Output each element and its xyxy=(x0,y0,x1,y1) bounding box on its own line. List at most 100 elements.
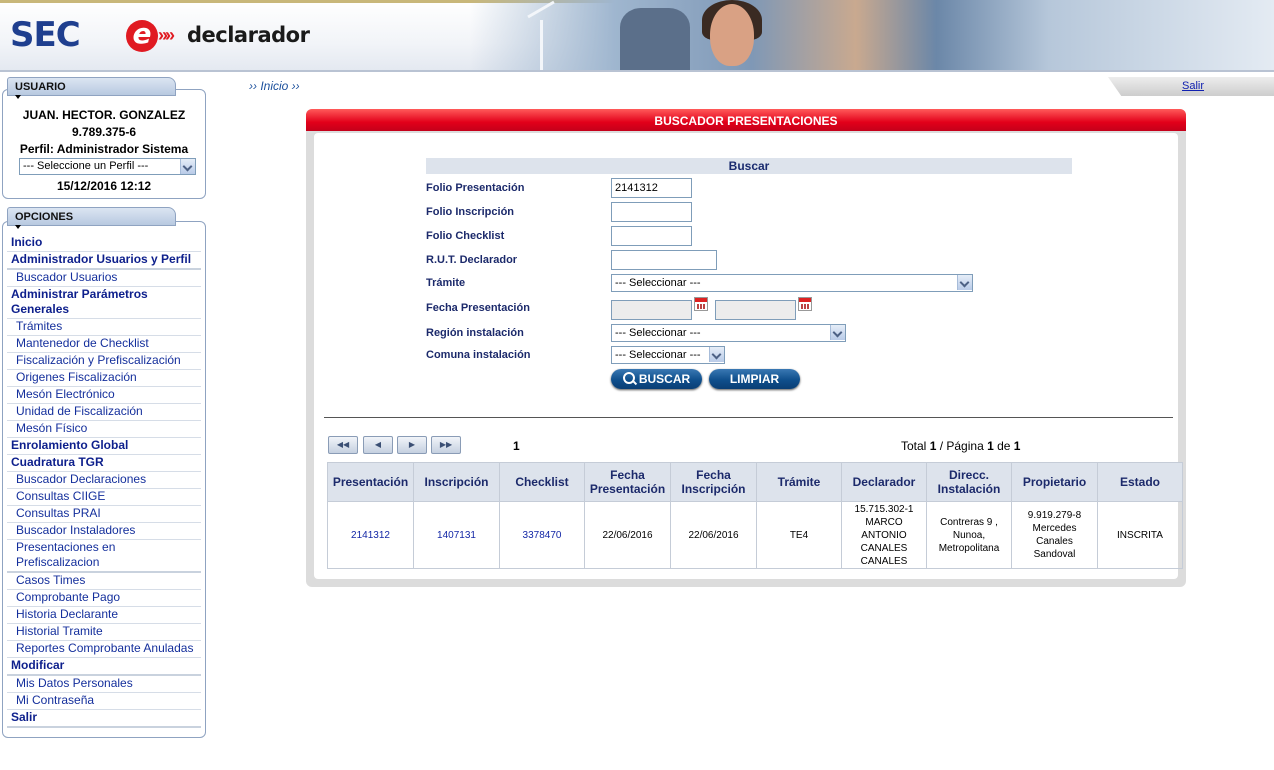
de-label: de xyxy=(993,439,1014,453)
calendar-icon[interactable] xyxy=(694,297,708,311)
column-header: Fecha Inscripción xyxy=(670,462,757,502)
girl-face-graphic xyxy=(710,4,754,66)
column-header: Estado xyxy=(1097,462,1183,502)
menu-item-meson-fisico[interactable]: Mesón Físico xyxy=(7,421,201,438)
user-name: JUAN. HECTOR. GONZALEZ xyxy=(22,108,186,122)
menu-item-inicio[interactable]: Inicio xyxy=(7,235,201,252)
menu-item-reportes-comprobante-anuladas[interactable]: Reportes Comprobante Anuladas xyxy=(7,641,201,658)
last-page-icon: ▶▶ xyxy=(439,440,453,449)
menu-item-cuadratura-tgr[interactable]: Cuadratura TGR xyxy=(7,455,201,472)
menu-item-buscador-usuarios[interactable]: Buscador Usuarios xyxy=(7,270,201,287)
menu-item-historial-tramite[interactable]: Historial Tramite xyxy=(7,624,201,641)
menu-item-tramites[interactable]: Trámites xyxy=(7,319,201,336)
folio-link[interactable]: 1407131 xyxy=(437,530,476,541)
folio-presentacion-label: Folio Presentación xyxy=(426,182,525,194)
menu-item-salir[interactable]: Salir xyxy=(7,710,201,728)
section-divider xyxy=(324,417,1173,418)
options-menu: Inicio Administrador Usuarios y Perfil Bus… xyxy=(7,235,201,728)
table-cell: 22/06/2016 xyxy=(584,501,671,569)
column-header: Trámite xyxy=(756,462,842,502)
next-page-icon: ▶ xyxy=(408,440,416,449)
table-cell: 3378470 xyxy=(499,501,585,569)
menu-item-consultas-ciige[interactable]: Consultas CIIGE xyxy=(7,489,201,506)
tramite-select[interactable]: --- Seleccionar --- xyxy=(611,274,973,292)
menu-item-meson-electronico[interactable]: Mesón Electrónico xyxy=(7,387,201,404)
header-banner-image xyxy=(470,0,1274,72)
chevron-down-icon[interactable] xyxy=(709,347,724,362)
search-icon xyxy=(622,372,635,384)
menu-item-comprobante-pago[interactable]: Comprobante Pago xyxy=(7,590,201,607)
menu-item-buscador-declaraciones[interactable]: Buscador Declaraciones xyxy=(7,472,201,489)
prev-page-button[interactable]: ◀ xyxy=(363,436,393,454)
folio-presentacion-input[interactable]: 2141312 xyxy=(611,178,692,198)
folio-link[interactable]: 2141312 xyxy=(351,530,390,541)
table-cell: 2141312 xyxy=(327,501,414,569)
pages-count: 1 xyxy=(1013,439,1021,453)
calendar-icon[interactable] xyxy=(798,297,812,311)
menu-item-historia-declarante[interactable]: Historia Declarante xyxy=(7,607,201,624)
comuna-select-value: --- Seleccionar --- xyxy=(615,349,701,361)
table-cell: 15.715.302-1 MARCO ANTONIO CANALES CANAL… xyxy=(841,501,927,569)
buscar-button-label: BUSCAR xyxy=(638,372,691,386)
menu-item-buscador-instaladores[interactable]: Buscador Instaladores xyxy=(7,523,201,540)
folio-checklist-input[interactable] xyxy=(611,226,692,246)
fecha-hasta-input[interactable] xyxy=(715,300,796,320)
region-select[interactable]: --- Seleccionar --- xyxy=(611,324,846,342)
table-cell: TE4 xyxy=(756,501,842,569)
table-cell: INSCRITA xyxy=(1097,501,1183,569)
fecha-presentacion-label: Fecha Presentación xyxy=(426,302,530,314)
table-cell: Contreras 9 , Nunoa, Metropolitana xyxy=(926,501,1012,569)
chevron-down-icon[interactable] xyxy=(830,325,845,340)
chevron-down-icon[interactable] xyxy=(180,159,195,174)
tramite-label: Trámite xyxy=(426,277,466,289)
menu-item-administrar-parametros-generales[interactable]: Administrar Parámetros Generales xyxy=(7,287,201,319)
menu-item-enrolamiento-global[interactable]: Enrolamiento Global xyxy=(7,438,201,455)
menu-item-modificar[interactable]: Modificar xyxy=(7,658,201,676)
chevron-down-icon[interactable] xyxy=(957,275,972,290)
wind-turbine-graphic xyxy=(540,20,543,72)
menu-item-administrador-usuarios-y-perfil[interactable]: Administrador Usuarios y Perfil xyxy=(7,252,201,270)
pagination-summary: Total 1 / Página 1 de 1 xyxy=(901,439,1020,453)
menu-item-casos-times[interactable]: Casos Times xyxy=(7,573,201,590)
menu-item-presentaciones-en-prefiscalizacion[interactable]: Presentaciones en Prefiscalizacion xyxy=(7,540,201,573)
menu-item-consultas-prai[interactable]: Consultas PRAI xyxy=(7,506,201,523)
prev-page-icon: ◀ xyxy=(374,440,382,449)
last-page-button[interactable]: ▶▶ xyxy=(431,436,461,454)
first-page-icon: ◀◀ xyxy=(336,440,350,449)
menu-item-mis-datos-personales[interactable]: Mis Datos Personales xyxy=(7,676,201,693)
header: SEC e »» declarador xyxy=(0,0,1274,72)
menu-item-fiscalizacion-y-prefiscalizacion[interactable]: Fiscalización y Prefiscalización xyxy=(7,353,201,370)
opciones-tab: OPCIONES xyxy=(7,207,176,229)
menu-item-unidad-de-fiscalizacion[interactable]: Unidad de Fiscalización xyxy=(7,404,201,421)
first-page-button[interactable]: ◀◀ xyxy=(328,436,358,454)
menu-item-origenes-fiscalizacion[interactable]: Origenes Fiscalización xyxy=(7,370,201,387)
fecha-desde-input[interactable] xyxy=(611,300,692,320)
next-page-button[interactable]: ▶ xyxy=(397,436,427,454)
caret-down-icon xyxy=(15,225,21,229)
rut-declarador-input[interactable] xyxy=(611,250,717,270)
folio-link[interactable]: 3378470 xyxy=(523,530,562,541)
results-body: 2141312 1407131 3378470 22/06/2016 22/06/201… xyxy=(327,501,1183,569)
table-cell: 22/06/2016 xyxy=(670,501,757,569)
results-header-row: Presentación Inscripción Checklist Fecha Pr… xyxy=(327,462,1183,502)
salir-link[interactable]: Salir xyxy=(1182,80,1204,92)
usuario-tab-label: USUARIO xyxy=(15,81,66,93)
breadcrumb[interactable]: ›› Inicio ›› xyxy=(249,79,300,93)
menu-item-mantenedor-de-checklist[interactable]: Mantenedor de Checklist xyxy=(7,336,201,353)
comuna-select[interactable]: --- Seleccionar --- xyxy=(611,346,725,364)
person-graphic xyxy=(620,8,690,72)
current-page-number[interactable]: 1 xyxy=(513,439,520,453)
rut-declarador-label: R.U.T. Declarador xyxy=(426,254,518,266)
user-perfil: Perfil: Administrador Sistema xyxy=(19,142,189,156)
folio-inscripcion-label: Folio Inscripción xyxy=(426,206,515,218)
region-select-value: --- Seleccionar --- xyxy=(615,327,701,339)
folio-inscripcion-input[interactable] xyxy=(611,202,692,222)
buscar-button[interactable]: BUSCAR xyxy=(611,369,702,389)
perfil-select[interactable]: --- Seleccione un Perfil --- xyxy=(19,158,196,175)
menu-item-mi-contrasena[interactable]: Mi Contraseña xyxy=(7,693,201,710)
caret-down-icon xyxy=(15,95,21,99)
logo-arrows: »» xyxy=(158,25,175,45)
page-number: 1 xyxy=(987,439,994,453)
limpiar-button-label: LIMPIAR xyxy=(729,372,780,386)
limpiar-button[interactable]: LIMPIAR xyxy=(709,369,800,389)
